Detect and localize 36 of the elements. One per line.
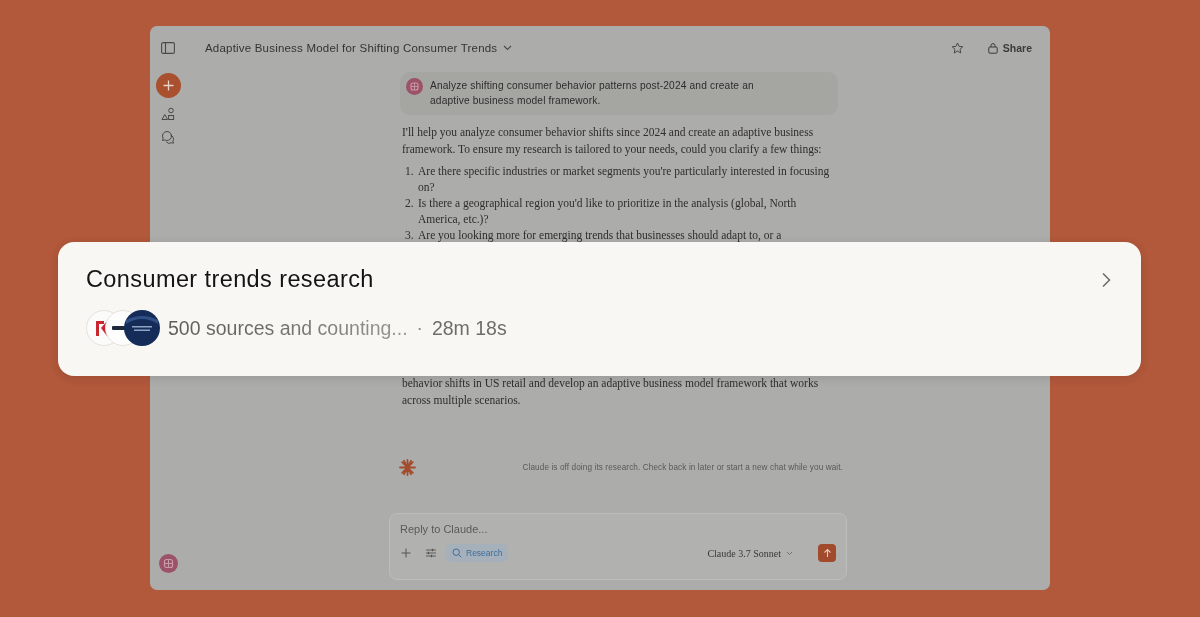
- model-selector[interactable]: Claude 3.7 Sonnet: [707, 547, 793, 559]
- plus-icon[interactable]: [400, 547, 412, 559]
- user-message: Analyze shifting consumer behavior patterns post-2024 and create an adaptive business model framework.: [430, 79, 755, 108]
- new-chat-icon[interactable]: [155, 73, 181, 98]
- sidebar-toggle-icon[interactable]: [161, 42, 175, 54]
- response-text: I'll help you analyze consumer behavior shifts since 2024 and create an adaptive business framework. To ensure my research is tailored to your needs, could you clarify a few things:: [402, 125, 823, 158]
- question-text: Are there specific industries or market segments you're particularly interested in focusing on?: [418, 164, 831, 195]
- user-avatar-icon: [406, 78, 423, 95]
- spark-icon: [399, 459, 416, 476]
- chevron-right-icon[interactable]: [1101, 271, 1111, 288]
- user-avatar-icon[interactable]: [158, 554, 178, 573]
- arrow-up-icon: [822, 548, 832, 558]
- lock-icon: [987, 42, 998, 54]
- question-text: Are you looking more for emerging trends that businesses should adapt to, or a: [418, 228, 783, 243]
- research-card[interactable]: Consumer trends research 500 sources and counting... · 28m 18s: [58, 242, 1141, 376]
- elapsed-time: 28m 18s: [431, 316, 507, 340]
- question-text: Is there a geographical region you'd like to prioritize in the analysis (global, North America, etc.)?: [418, 196, 798, 227]
- list-number: 3.: [405, 228, 415, 243]
- send-button[interactable]: [818, 544, 836, 562]
- source-logo-icon: [124, 310, 160, 346]
- share-button[interactable]: Share: [987, 42, 1032, 54]
- chevron-down-icon[interactable]: [503, 45, 513, 51]
- reply-field[interactable]: Reply to Claude... Research Claude 3.7 Sonnet: [389, 513, 847, 580]
- star-icon[interactable]: [950, 41, 964, 55]
- list-number: 1.: [405, 164, 415, 179]
- chevron-down-icon: [786, 550, 793, 556]
- list-number: 2.: [405, 196, 415, 211]
- chats-icon[interactable]: [161, 130, 175, 144]
- sliders-icon[interactable]: [425, 547, 437, 559]
- separator-dot: ·: [416, 317, 423, 339]
- search-icon: [452, 548, 462, 558]
- shapes-icon[interactable]: [161, 107, 175, 121]
- research-title: Consumer trends research: [86, 266, 374, 293]
- conversation-title[interactable]: Adaptive Business Model for Shifting Consumer Trends: [205, 42, 498, 54]
- status-message: Claude is off doing its research. Check back in later or start a new chat while you wait.: [522, 463, 843, 472]
- response-text: behavior shifts in US retail and develop an adaptive business model framework that works across multiple scenarios.: [402, 376, 820, 409]
